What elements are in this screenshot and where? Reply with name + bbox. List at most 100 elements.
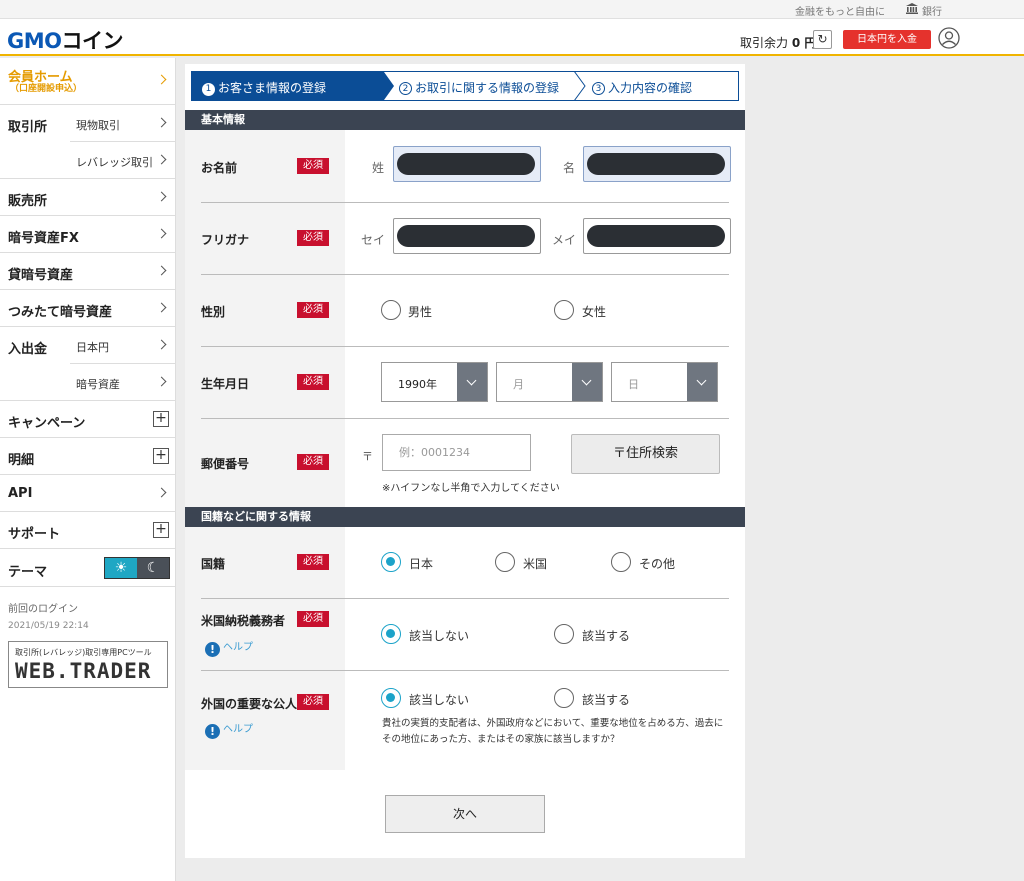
step-label: お客さま情報の登録 <box>218 81 327 95</box>
webtrader-subtitle: 取引所(レバレッジ)取引専用PCツール <box>15 648 152 657</box>
step-label: お取引に関する情報の登録 <box>415 81 560 95</box>
gmo-coin-logo[interactable]: GMOコイン <box>7 25 123 55</box>
us-taxpayer-yes-radio[interactable] <box>554 624 574 644</box>
sidebar-item-leverage[interactable]: レバレッジ取引 <box>70 142 176 179</box>
nationality-japan-label[interactable]: 日本 <box>409 555 433 572</box>
moon-icon[interactable]: ☾ <box>137 558 169 578</box>
sidebar-item-crypto-fx[interactable]: 暗号資産FX <box>0 216 176 253</box>
registration-form-card: 1 お客さま情報の登録 2 お取引に関する情報の登録 3 入力内容の確認 基本情報 お… <box>185 64 745 858</box>
user-account-icon[interactable] <box>938 27 960 49</box>
sidebar: 会員ホーム （口座開設申込） 取引所 現物取引 レバレッジ取引 販売所 暗号資産… <box>0 58 176 881</box>
sidebar-item-crypto[interactable]: 暗号資産 <box>70 364 176 401</box>
chevron-right-icon <box>156 339 167 350</box>
sidebar-item-api[interactable]: API <box>0 475 176 512</box>
postal-code-field[interactable] <box>382 434 531 471</box>
step-label: 入力内容の確認 <box>608 81 693 95</box>
name-label: お名前 <box>201 161 238 175</box>
expand-plus-icon[interactable]: + <box>153 448 169 464</box>
sidebar-group-deposit-withdraw: 入出金 日本円 暗号資産 <box>0 327 176 401</box>
redacted-value <box>397 153 535 175</box>
bank-link[interactable]: 銀行 <box>922 3 942 18</box>
birth-month-select[interactable]: 月 <box>496 362 603 402</box>
gender-male-label[interactable]: 男性 <box>408 303 432 320</box>
balance-label: 取引余力 <box>740 36 789 50</box>
gender-female-radio[interactable] <box>554 300 574 320</box>
chevron-down-icon <box>457 363 487 401</box>
postal-code-note: ※ハイフンなし半角で入力してください <box>382 483 560 494</box>
birth-day-select[interactable]: 日 <box>611 362 718 402</box>
sidebar-item-sales[interactable]: 販売所 <box>0 179 176 216</box>
birth-date-label: 生年月日 <box>201 377 250 391</box>
divider <box>201 346 729 347</box>
postal-code-label: 郵便番号 <box>201 457 250 471</box>
required-badge: 必須 <box>297 230 329 246</box>
nationality-japan-radio[interactable] <box>381 552 401 572</box>
pep-yes-label[interactable]: 該当する <box>582 691 630 708</box>
required-badge: 必須 <box>297 158 329 174</box>
help-link[interactable]: ! ヘルプ <box>205 720 253 739</box>
section-basic-info: 基本情報 <box>185 110 745 130</box>
sidebar-item-member-home[interactable]: 会員ホーム （口座開設申込） <box>0 58 176 105</box>
nationality-label: 国籍 <box>201 557 226 571</box>
step-number: 2 <box>399 82 412 95</box>
expand-plus-icon[interactable]: + <box>153 411 169 427</box>
required-badge: 必須 <box>297 554 329 570</box>
sidebar-item-tsumitate[interactable]: つみたて暗号資産 <box>0 290 176 327</box>
required-badge: 必須 <box>297 454 329 470</box>
top-utility-bar: 金融をもっと自由に 銀行 <box>0 0 1024 19</box>
sidebar-item-campaign[interactable]: キャンペーン + <box>0 401 176 438</box>
first-name-input[interactable] <box>583 146 731 182</box>
nationality-other-label[interactable]: その他 <box>639 555 675 572</box>
expand-plus-icon[interactable]: + <box>153 522 169 538</box>
last-login-label: 前回のログイン <box>8 604 78 615</box>
gender-male-radio[interactable] <box>381 300 401 320</box>
step-3: 3 入力内容の確認 <box>592 79 692 96</box>
sidebar-group-exchange: 取引所 現物取引 レバレッジ取引 <box>0 105 176 179</box>
sidebar-item-statement[interactable]: 明細 + <box>0 438 176 475</box>
divider <box>201 418 729 419</box>
divider <box>201 202 729 203</box>
sidebar-item-support[interactable]: サポート + <box>0 512 176 549</box>
deposit-jpy-button[interactable]: 日本円を入金 <box>843 30 931 49</box>
furigana-sei-input[interactable] <box>393 218 541 254</box>
header: GMOコイン 取引余力 0 円 ↻ 日本円を入金 <box>0 19 1024 56</box>
next-button[interactable]: 次へ <box>385 795 545 833</box>
redacted-value <box>587 225 725 247</box>
nationality-us-radio[interactable] <box>495 552 515 572</box>
gender-female-label[interactable]: 女性 <box>582 303 606 320</box>
required-badge: 必須 <box>297 694 329 710</box>
nationality-other-radio[interactable] <box>611 552 631 572</box>
us-taxpayer-no-label[interactable]: 該当しない <box>409 627 469 644</box>
step-1-current: 1 お客さま情報の登録 <box>192 72 384 100</box>
help-icon: ! <box>205 724 220 739</box>
redacted-value <box>397 225 535 247</box>
last-name-input[interactable] <box>393 146 541 182</box>
chevron-right-icon <box>156 228 167 239</box>
webtrader-banner[interactable]: 取引所(レバレッジ)取引専用PCツール WEB.TRADER <box>8 641 168 688</box>
chevron-down-icon <box>687 363 717 401</box>
us-taxpayer-no-radio[interactable] <box>381 624 401 644</box>
us-taxpayer-label: 米国納税義務者 <box>201 614 286 628</box>
address-search-button[interactable]: 〒住所検索 <box>571 434 720 474</box>
step-arrow <box>384 72 394 100</box>
step-number: 1 <box>202 83 215 96</box>
sidebar-item-jpy[interactable]: 日本円 <box>70 327 176 364</box>
chevron-right-icon <box>156 376 167 387</box>
birth-year-select[interactable]: 1990年 <box>381 362 488 402</box>
step-separator <box>573 71 586 101</box>
sidebar-item-spot[interactable]: 現物取引 <box>70 105 176 142</box>
theme-toggle[interactable]: ☀ ☾ <box>104 557 170 579</box>
help-link[interactable]: ! ヘルプ <box>205 638 253 657</box>
us-taxpayer-yes-label[interactable]: 該当する <box>582 627 630 644</box>
nationality-us-label[interactable]: 米国 <box>523 555 547 572</box>
refresh-icon[interactable]: ↻ <box>813 30 832 49</box>
sun-icon[interactable]: ☀ <box>105 558 137 578</box>
pep-no-label[interactable]: 該当しない <box>409 691 469 708</box>
sidebar-item-lending[interactable]: 貸暗号資産 <box>0 253 176 290</box>
required-badge: 必須 <box>297 302 329 318</box>
pep-description: 貴社の実質的支配者は、外国政府などにおいて、重要な地位を占める方、過去にその地位… <box>382 718 724 745</box>
pep-yes-radio[interactable] <box>554 688 574 708</box>
postal-code-input[interactable] <box>383 435 530 470</box>
furigana-mei-input[interactable] <box>583 218 731 254</box>
pep-no-radio[interactable] <box>381 688 401 708</box>
